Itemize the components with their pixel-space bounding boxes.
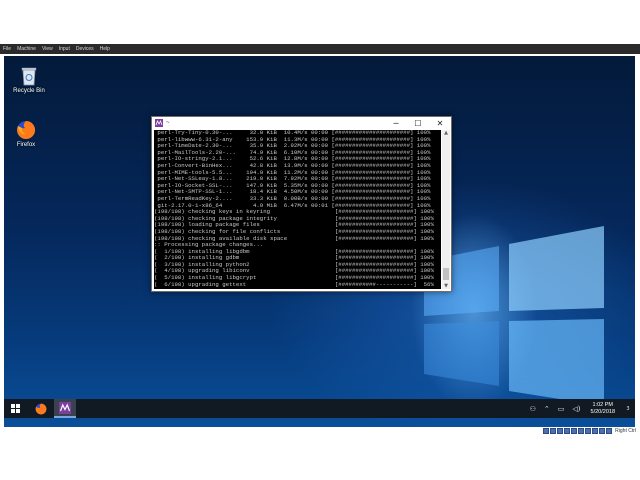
taskbar: ⚇ ⌃ ▭ ◁) 1:02 PM 5/20/2018 3 xyxy=(4,399,635,418)
vm-menu-machine[interactable]: Machine xyxy=(14,44,39,54)
taskbar-terminal[interactable] xyxy=(54,399,76,418)
clock-time: 1:02 PM xyxy=(592,401,613,408)
shared-folder-status-icon[interactable] xyxy=(578,428,585,434)
clock-date: 5/20/2018 xyxy=(590,408,615,415)
vm-statusbar: Right Ctrl xyxy=(543,427,636,435)
terminal-scrollbar[interactable]: ▲ ▼ xyxy=(442,130,450,289)
scroll-up-icon[interactable]: ▲ xyxy=(442,130,450,136)
guest-desktop: Recycle Bin Firefox ~ ─ ☐ ✕ perl-Try-Tin… xyxy=(4,56,635,427)
usb-status-icon[interactable] xyxy=(571,428,578,434)
minimize-button[interactable]: ─ xyxy=(385,117,407,129)
firefox-icon xyxy=(16,120,36,140)
msys2-terminal-icon xyxy=(59,401,71,414)
recording-status-icon[interactable] xyxy=(592,428,599,434)
maximize-button[interactable]: ☐ xyxy=(407,117,429,129)
clock[interactable]: 1:02 PM 5/20/2018 xyxy=(591,402,615,416)
action-center-icon[interactable]: 3 xyxy=(621,399,635,418)
terminal-line: ( 6/198) upgrading gettext [###########-… xyxy=(154,280,434,288)
terminal-titlebar[interactable]: ~ ─ ☐ ✕ xyxy=(152,117,451,129)
terminal-window[interactable]: ~ ─ ☐ ✕ perl-Try-Tiny-0.30-... 32.0 KiB … xyxy=(151,116,452,292)
system-tray: ⚇ ⌃ ▭ ◁) 1:02 PM 5/20/2018 3 xyxy=(526,399,635,418)
audio-status-icon[interactable] xyxy=(557,428,564,434)
vm-menu-file[interactable]: File xyxy=(0,44,14,54)
taskbar-firefox[interactable] xyxy=(30,399,52,418)
firefox-label: Firefox xyxy=(16,142,36,148)
chevron-up-icon[interactable]: ⌃ xyxy=(544,405,550,413)
vm-menu-devices[interactable]: Devices xyxy=(73,44,97,54)
scroll-down-icon[interactable]: ▼ xyxy=(442,283,450,289)
cpu-status-icon[interactable] xyxy=(599,428,606,434)
display-status-icon[interactable] xyxy=(585,428,592,434)
vm-menu-view[interactable]: View xyxy=(39,44,56,54)
close-button[interactable]: ✕ xyxy=(429,117,451,129)
volume-icon[interactable]: ◁) xyxy=(572,405,580,413)
notification-count: 3 xyxy=(626,405,630,412)
recycle-bin-label: Recycle Bin xyxy=(13,88,45,94)
msys2-app-icon xyxy=(155,119,163,127)
vm-menubar: File Machine View Input Devices Help xyxy=(0,44,640,54)
people-icon[interactable]: ⚇ xyxy=(530,405,536,413)
hdd-status-icon[interactable] xyxy=(543,428,550,434)
desktop-icon-firefox[interactable]: Firefox xyxy=(4,120,48,148)
host-key-label: Right Ctrl xyxy=(615,428,636,434)
network-status-icon[interactable] xyxy=(564,428,571,434)
network-icon[interactable]: ▭ xyxy=(558,405,565,413)
windows-start-icon xyxy=(10,404,20,413)
recycle-bin-icon xyxy=(20,66,38,86)
start-button[interactable] xyxy=(4,399,26,418)
terminal-title: ~ xyxy=(166,120,170,126)
firefox-icon xyxy=(35,403,47,414)
vm-menu-help[interactable]: Help xyxy=(97,44,113,54)
mouse-status-icon[interactable] xyxy=(606,428,613,434)
scroll-thumb[interactable] xyxy=(443,268,449,280)
host-top-margin xyxy=(0,0,640,44)
vm-menu-input[interactable]: Input xyxy=(56,44,73,54)
desktop-icon-recycle-bin[interactable]: Recycle Bin xyxy=(7,66,51,94)
terminal-output[interactable]: perl-Try-Tiny-0.30-... 32.0 KiB 10.4M/s … xyxy=(154,130,441,289)
optical-status-icon[interactable] xyxy=(550,428,557,434)
